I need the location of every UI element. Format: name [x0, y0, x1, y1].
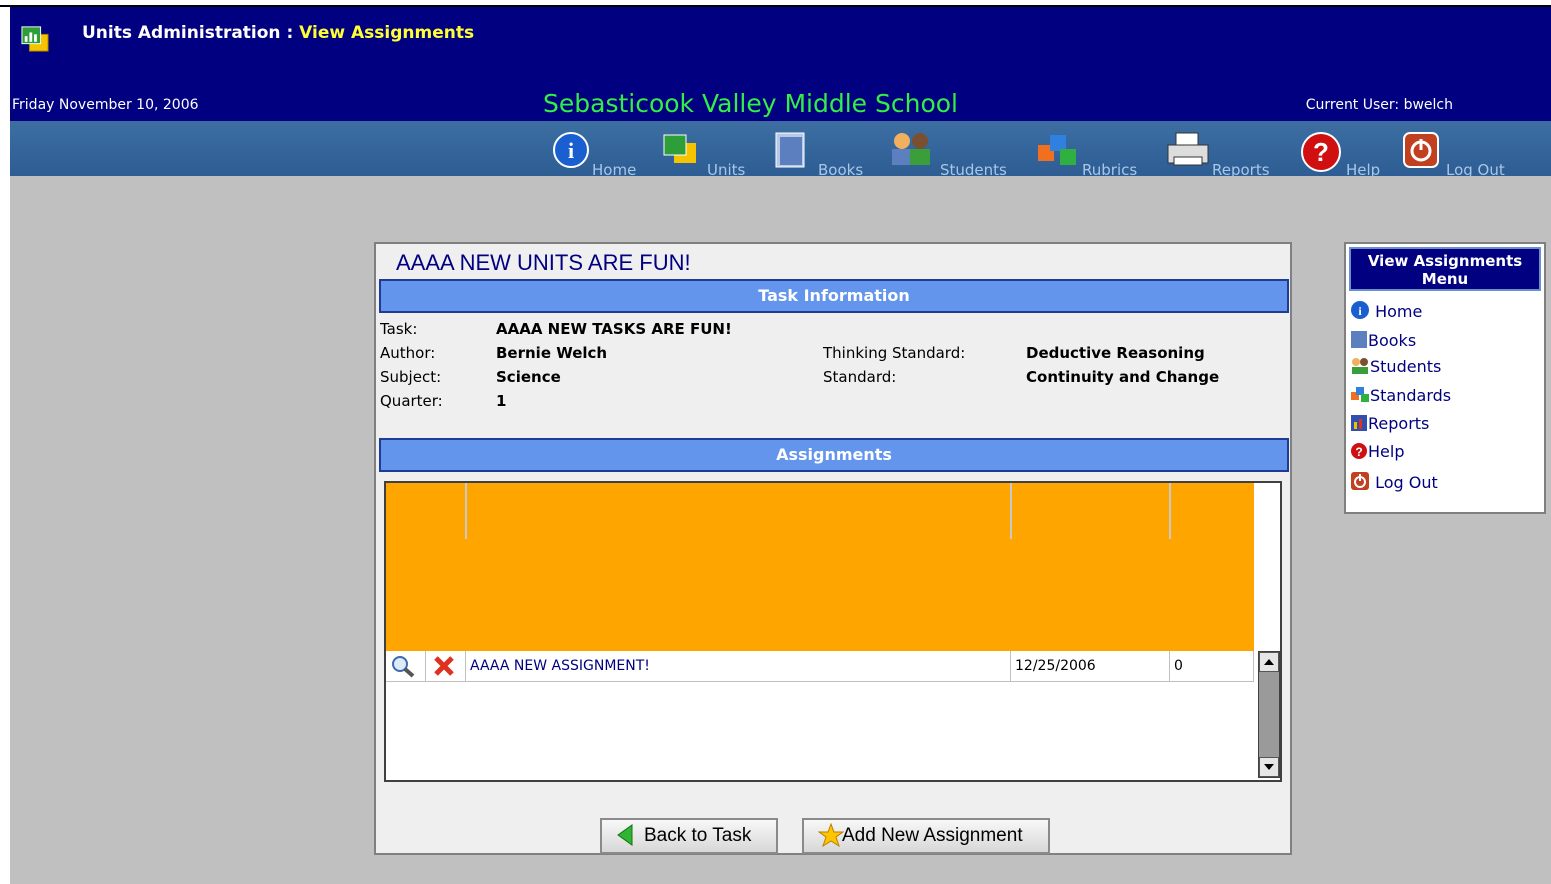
app-title: Units Administration : View Assignments: [82, 23, 475, 43]
students-icon: [892, 133, 930, 165]
assignment-date: 12/25/2006: [1011, 651, 1170, 682]
info-icon: i: [553, 132, 589, 168]
school-name: Sebasticook Valley Middle School: [543, 89, 958, 118]
books-icon: [1351, 331, 1367, 348]
printer-icon: [1167, 132, 1209, 166]
subject-value: Science: [496, 368, 561, 386]
thinking-standard-value: Deductive Reasoning: [1026, 344, 1205, 362]
star-icon: [818, 823, 844, 847]
view-assignment-button[interactable]: [386, 651, 426, 682]
rubrics-icon: [1351, 387, 1369, 402]
units-icon: [663, 134, 696, 163]
svg-text:i: i: [568, 138, 574, 163]
grid-header-divider: [1169, 483, 1171, 539]
side-menu-books[interactable]: Books: [1350, 329, 1416, 350]
assignments-panel: AAAA NEW UNITS ARE FUN! Task Information…: [374, 242, 1292, 855]
quarter-label: Quarter:: [380, 392, 443, 410]
author-label: Author:: [380, 344, 436, 362]
standard-value: Continuity and Change: [1026, 368, 1220, 386]
students-icon: [1352, 358, 1368, 374]
unit-title: AAAA NEW UNITS ARE FUN!: [396, 250, 691, 275]
books-icon: [775, 132, 805, 168]
author-value: Bernie Welch: [496, 344, 608, 362]
thinking-standard-label: Thinking Standard:: [823, 344, 966, 362]
svg-text:?: ?: [1313, 137, 1329, 167]
delete-x-icon: [434, 656, 454, 676]
quarter-value: 1: [496, 392, 507, 410]
assignment-name[interactable]: AAAA NEW ASSIGNMENT!: [466, 651, 1011, 682]
grid-header-divider: [465, 483, 467, 539]
arrow-up-icon: [1264, 659, 1274, 665]
svg-text:?: ?: [1355, 445, 1362, 459]
current-date: Friday November 10, 2006: [12, 97, 199, 113]
add-new-assignment-button[interactable]: Add New Assignment: [802, 818, 1050, 854]
help-icon: ?: [1301, 132, 1341, 172]
power-icon: [1403, 132, 1439, 168]
units-logo-icon: [21, 26, 49, 52]
assignments-grid: AAAA NEW ASSIGNMENT! 12/25/2006 0: [384, 481, 1282, 782]
subject-label: Subject:: [380, 368, 442, 386]
green-arrow-left-icon: [617, 824, 633, 846]
info-icon: i: [1351, 301, 1369, 319]
side-menu-home[interactable]: i Home: [1350, 300, 1422, 321]
app-header: Units Administration : View Assignments …: [10, 7, 1551, 121]
power-icon: [1351, 472, 1369, 490]
side-menu-standards[interactable]: Standards: [1350, 386, 1451, 405]
standard-label: Standard:: [823, 368, 897, 386]
help-icon: ?: [1351, 443, 1367, 459]
side-menu-logout[interactable]: Log Out: [1350, 471, 1438, 492]
top-border: [0, 0, 1551, 7]
reports-icon: [1351, 415, 1367, 431]
task-label: Task:: [380, 320, 418, 338]
grid-header: [386, 483, 1254, 651]
side-menu-reports[interactable]: Reports: [1350, 414, 1429, 433]
rubrics-icon: [1038, 135, 1076, 165]
back-to-task-button[interactable]: Back to Task: [600, 818, 778, 854]
grid-scrollbar[interactable]: [1258, 651, 1280, 778]
app-subtitle: View Assignments: [299, 23, 475, 43]
arrow-down-icon: [1264, 764, 1274, 770]
scroll-up-button[interactable]: [1259, 652, 1279, 672]
assignments-header: Assignments: [379, 438, 1289, 472]
delete-assignment-button[interactable]: [426, 651, 466, 682]
side-menu-students[interactable]: Students: [1350, 357, 1441, 376]
side-menu-title: View Assignments Menu: [1349, 247, 1541, 291]
magnifier-icon: [392, 656, 415, 678]
grid-header-divider: [1010, 483, 1012, 539]
main-nav: i Home Units Books Students Rubrics Repo…: [10, 121, 1551, 179]
assignment-count: 0: [1170, 651, 1254, 682]
view-assignments-menu: View Assignments Menu i Home Books Stude…: [1344, 242, 1546, 514]
current-user: Current User: bwelch: [1305, 97, 1453, 113]
task-value: AAAA NEW TASKS ARE FUN!: [496, 320, 732, 338]
task-information-header: Task Information: [379, 279, 1289, 313]
scroll-down-button[interactable]: [1259, 757, 1279, 777]
side-menu-help[interactable]: ? Help: [1350, 442, 1404, 461]
table-row: AAAA NEW ASSIGNMENT! 12/25/2006 0: [386, 651, 1254, 682]
